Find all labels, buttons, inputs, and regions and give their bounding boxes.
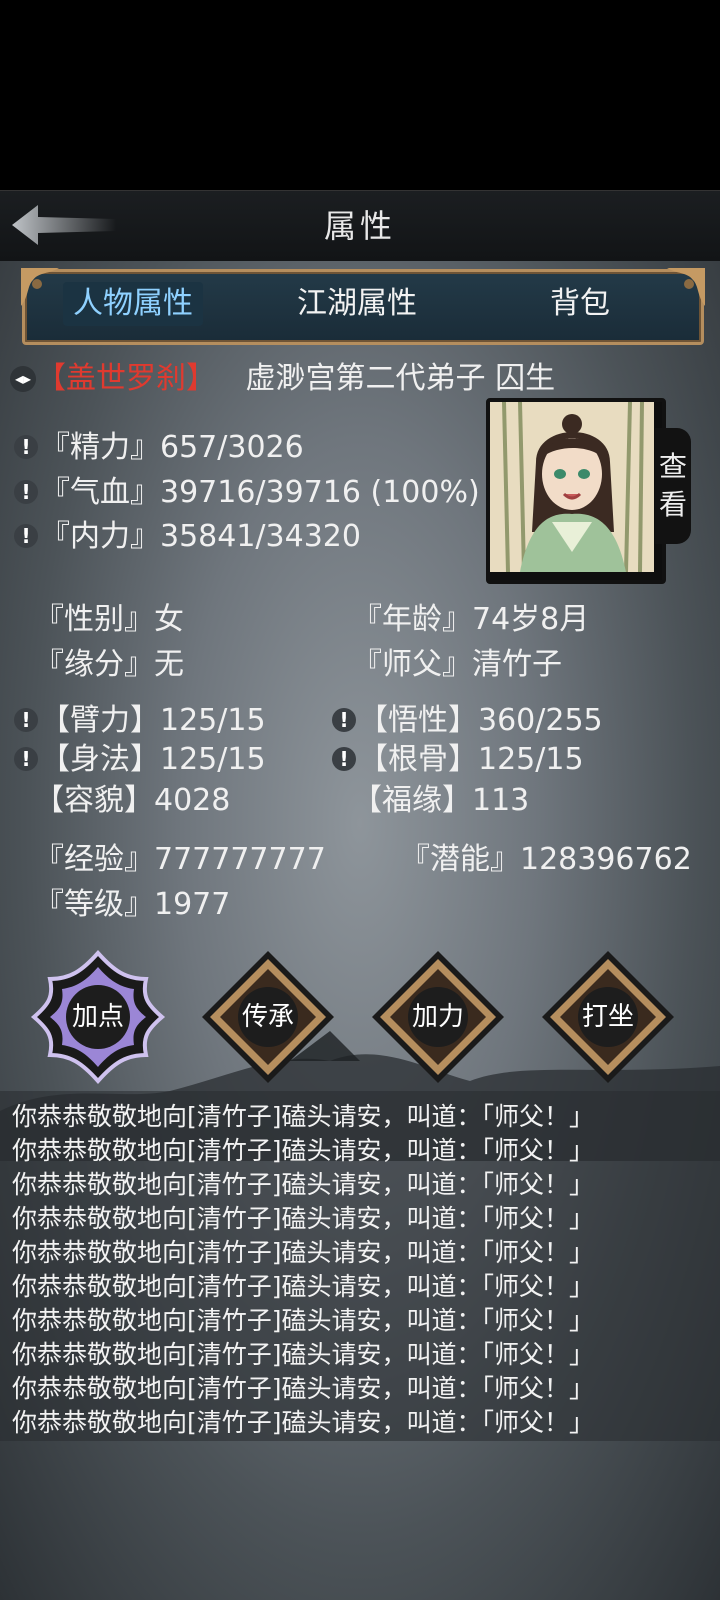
view-portrait-button[interactable]: 查 看 [655, 428, 691, 544]
experience-row: 『经验』777777777 [34, 834, 326, 878]
portrait-frame[interactable] [486, 398, 666, 584]
info-icon[interactable]: ! [14, 747, 38, 771]
log-line: 你恭恭敬敬地向[清竹子]磕头请安，叫道：「师父！」 [12, 1102, 595, 1131]
hp-value: 39716/39716 (100%) [160, 475, 480, 510]
potential-label: 『潜能』 [400, 842, 520, 877]
age-label: 『年龄』 [352, 602, 472, 637]
meditate-button[interactable]: 打坐 [540, 949, 676, 1085]
back-arrow-icon [12, 205, 116, 245]
experience-label: 『经验』 [34, 842, 154, 877]
hp-label: 『气血』 [40, 475, 160, 510]
log-line: 你恭恭敬敬地向[清竹子]磕头请安，叫道：「师父！」 [12, 1136, 595, 1165]
ornament-corner-icon [21, 268, 59, 306]
level-row: 『等级』1977 [34, 879, 230, 923]
insight-label: 【悟性】 [358, 703, 478, 738]
gender-row: 『性别』女 [34, 594, 184, 638]
insight-value: 360/255 [478, 703, 603, 738]
info-icon[interactable]: ! [14, 480, 38, 504]
arm-strength-row: ! 【臂力】125/15 [14, 695, 266, 739]
arm-strength-value: 125/15 [160, 703, 266, 738]
tab-bar: 人物属性 江湖属性 背包 [21, 268, 705, 345]
tab-character-attributes[interactable]: 人物属性 [63, 282, 203, 326]
energy-row: ! 『精力』657/3026 [14, 422, 304, 466]
looks-value: 4028 [154, 783, 231, 818]
switch-title-icon[interactable]: ◂▸ [10, 366, 36, 392]
view-button-label: 查 [658, 450, 687, 483]
info-icon[interactable]: ! [14, 708, 38, 732]
fate-label: 『缘分』 [34, 647, 154, 682]
level-value: 1977 [154, 887, 231, 922]
bone-value: 125/15 [478, 742, 584, 777]
luck-label: 【福缘】 [352, 783, 472, 818]
level-label: 『等级』 [34, 887, 154, 922]
add-points-label: 加点 [71, 1002, 124, 1032]
insight-row: ! 【悟性】360/255 [332, 695, 603, 739]
looks-label: 【容貌】 [34, 783, 154, 818]
add-strength-label: 加力 [411, 1002, 464, 1032]
master-value: 清竹子 [472, 647, 562, 682]
log-line: 你恭恭敬敬地向[清竹子]磕头请安，叫道：「师父！」 [12, 1374, 595, 1403]
mp-value: 35841/34320 [160, 519, 361, 554]
log-line: 你恭恭敬敬地向[清竹子]磕头请安，叫道：「师父！」 [12, 1204, 595, 1233]
add-points-button[interactable]: 加点 [30, 949, 166, 1085]
fate-value: 无 [154, 647, 184, 682]
attribute-panel: 人物属性 江湖属性 背包 ◂▸ 【盖世罗刹】 虚渺宫第二代弟子 囚生 ! 『精力』6… [0, 261, 720, 1600]
hp-row: ! 『气血』39716/39716 (100%) [14, 467, 480, 511]
agility-value: 125/15 [160, 742, 266, 777]
experience-value: 777777777 [154, 842, 326, 877]
top-bar: 属性 [0, 190, 720, 262]
tab-jianghu-attributes[interactable]: 江湖属性 [287, 282, 427, 326]
info-icon[interactable]: ! [332, 708, 356, 732]
add-strength-button[interactable]: 加力 [370, 949, 506, 1085]
log-line: 你恭恭敬敬地向[清竹子]磕头请安，叫道：「师父！」 [12, 1170, 595, 1199]
energy-label: 『精力』 [40, 430, 160, 465]
looks-row: 【容貌】4028 [34, 775, 230, 819]
bone-row: ! 【根骨】125/15 [332, 734, 584, 778]
inherit-button[interactable]: 传承 [200, 949, 336, 1085]
character-portrait [490, 401, 654, 573]
view-button-label: 看 [658, 488, 687, 521]
character-title[interactable]: 【盖世罗刹】 [36, 361, 216, 396]
log-line: 你恭恭敬敬地向[清竹子]磕头请安，叫道：「师父！」 [12, 1238, 595, 1267]
age-value: 74岁8月 [472, 602, 590, 637]
agility-label: 【身法】 [40, 742, 160, 777]
mp-row: ! 『内力』35841/34320 [14, 511, 361, 555]
log-line: 你恭恭敬敬地向[清竹子]磕头请安，叫道：「师父！」 [12, 1272, 595, 1301]
tab-bag[interactable]: 背包 [525, 282, 635, 326]
ornament-corner-icon [667, 268, 705, 306]
luck-value: 113 [472, 783, 530, 818]
gender-label: 『性别』 [34, 602, 154, 637]
info-icon[interactable]: ! [14, 435, 38, 459]
log-line: 你恭恭敬敬地向[清竹子]磕头请安，叫道：「师父！」 [12, 1340, 595, 1369]
info-icon[interactable]: ! [332, 747, 356, 771]
bone-label: 【根骨】 [358, 742, 478, 777]
log-line: 你恭恭敬敬地向[清竹子]磕头请安，叫道：「师父！」 [12, 1306, 595, 1335]
age-row: 『年龄』74岁8月 [352, 594, 589, 638]
gender-value: 女 [154, 602, 184, 637]
back-button[interactable] [8, 199, 118, 251]
energy-value: 657/3026 [160, 430, 304, 465]
arm-strength-label: 【臂力】 [40, 703, 160, 738]
meditate-label: 打坐 [581, 1002, 634, 1032]
agility-row: ! 【身法】125/15 [14, 734, 266, 778]
inherit-label: 传承 [241, 1002, 294, 1032]
message-log[interactable]: 你恭恭敬敬地向[清竹子]磕头请安，叫道：「师父！」 你恭恭敬敬地向[清竹子]磕头… [0, 1091, 720, 1441]
master-row: 『师父』清竹子 [352, 639, 562, 683]
potential-row: 『潜能』128396762 [400, 834, 692, 878]
master-label: 『师父』 [352, 647, 472, 682]
info-icon[interactable]: ! [14, 524, 38, 548]
character-name: 虚渺宫第二代弟子 囚生 [245, 361, 556, 396]
log-line: 你恭恭敬敬地向[清竹子]磕头请安，叫道：「师父！」 [12, 1408, 595, 1437]
character-title-row: ◂▸ 【盖世罗刹】 虚渺宫第二代弟子 囚生 [10, 353, 555, 397]
fate-row: 『缘分』无 [34, 639, 184, 683]
mp-label: 『内力』 [40, 519, 160, 554]
potential-value: 128396762 [520, 842, 692, 877]
luck-row: 【福缘】113 [352, 775, 529, 819]
